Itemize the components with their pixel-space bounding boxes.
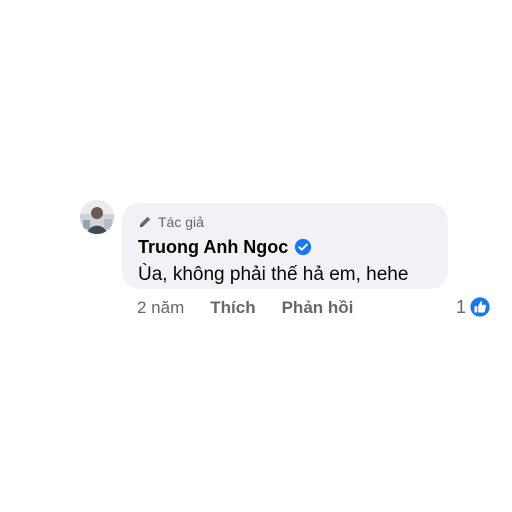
avatar-photo-icon — [80, 200, 114, 234]
verified-badge-icon — [295, 238, 312, 256]
comment-actions: 2 năm Thích Phản hồi — [137, 298, 353, 318]
reaction-count: 1 — [456, 296, 467, 317]
like-button[interactable]: Thích — [210, 298, 255, 318]
author-badge: Tác giả — [138, 212, 448, 232]
reaction-summary[interactable]: 1 — [456, 296, 491, 318]
avatar[interactable] — [80, 200, 114, 234]
pencil-icon — [139, 216, 151, 228]
reply-button[interactable]: Phản hồi — [282, 298, 354, 318]
author-row: Truong Anh Ngoc — [138, 235, 448, 259]
comment-bubble: Tác giả Truong Anh Ngoc Ùa, không phải t… — [122, 203, 448, 289]
comment-text: Ùa, không phải thế hả em, hehe — [138, 264, 409, 285]
like-icon — [469, 296, 491, 318]
author-name[interactable]: Truong Anh Ngoc — [138, 237, 288, 258]
author-badge-label: Tác giả — [158, 214, 204, 230]
comment-timestamp[interactable]: 2 năm — [137, 298, 184, 318]
